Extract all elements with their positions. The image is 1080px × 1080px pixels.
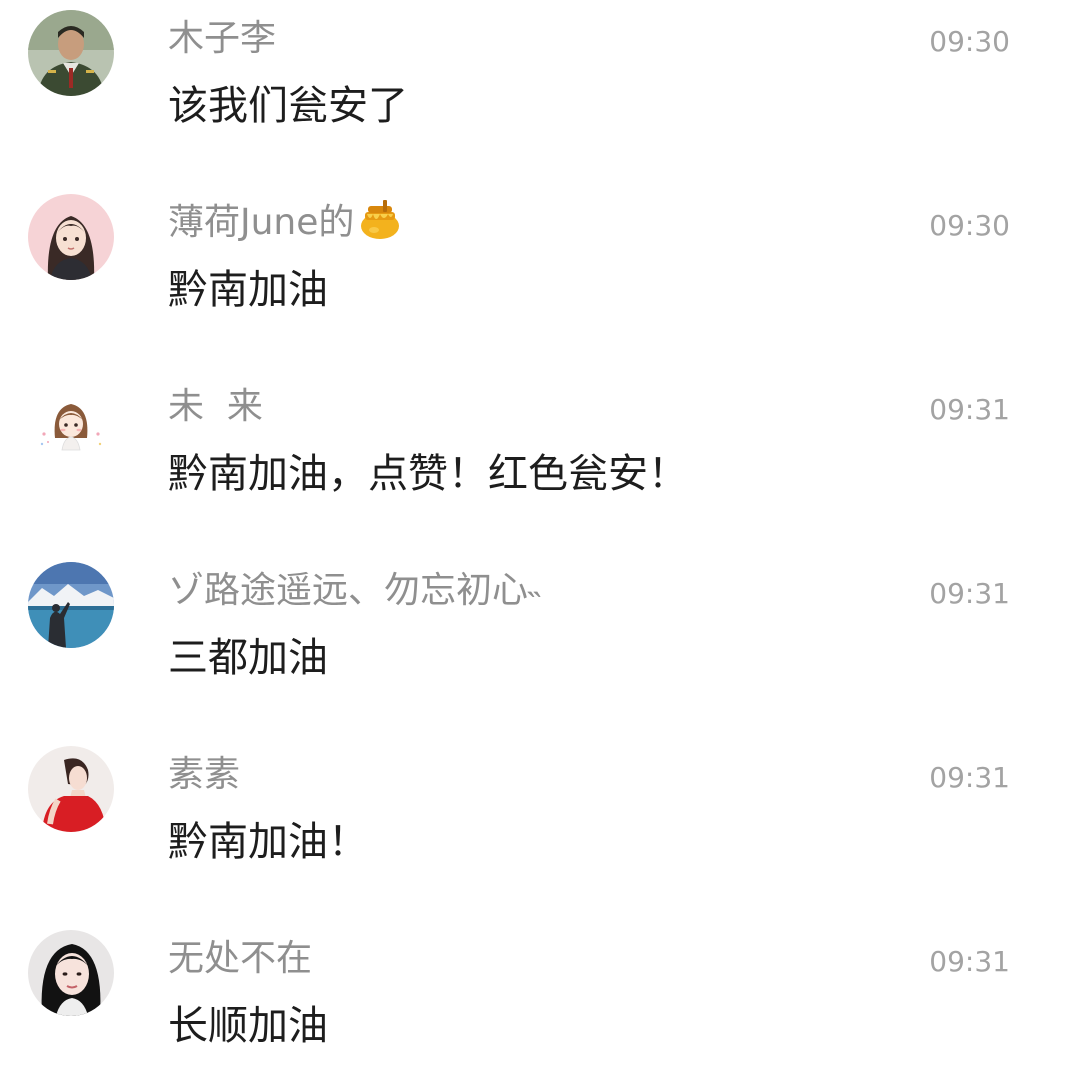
comment-text: 该我们瓮安了 bbox=[168, 83, 408, 129]
comment-text: 黔南加油，点赞！红色瓮安！ bbox=[168, 451, 688, 497]
avatar[interactable] bbox=[28, 930, 114, 1016]
honey-pot-icon bbox=[358, 198, 402, 254]
comment-username[interactable]: 木子李 bbox=[168, 14, 276, 64]
comment-item[interactable]: 无处不在 09:31 长顺加油 bbox=[0, 920, 1080, 1080]
comment-time: 09:31 bbox=[929, 945, 1010, 978]
woman-portrait-icon bbox=[28, 930, 114, 1016]
comment-item[interactable]: 素素 09:31 黔南加油！ bbox=[0, 736, 1080, 920]
lake-landscape-icon bbox=[28, 562, 114, 648]
comment-text: 三都加油 bbox=[168, 635, 328, 681]
comment-username[interactable]: ゾ路途遥远、勿忘初心˵ bbox=[168, 566, 540, 616]
comment-username[interactable]: 未 来 bbox=[168, 382, 263, 432]
woman-red-dress-icon bbox=[28, 746, 114, 832]
comment-time: 09:31 bbox=[929, 577, 1010, 610]
avatar[interactable] bbox=[28, 562, 114, 648]
comment-time: 09:31 bbox=[929, 761, 1010, 794]
comment-list: 木子李 09:30 该我们瓮安了 薄荷June的 09:30 黔南加油 未 来 … bbox=[0, 0, 1080, 1080]
comment-username[interactable]: 无处不在 bbox=[168, 934, 312, 984]
chibi-girl-icon bbox=[28, 378, 114, 464]
comment-item[interactable]: 薄荷June的 09:30 黔南加油 bbox=[0, 184, 1080, 368]
comment-text: 长顺加油 bbox=[168, 1003, 328, 1049]
comment-item[interactable]: 木子李 09:30 该我们瓮安了 bbox=[0, 0, 1080, 184]
avatar[interactable] bbox=[28, 10, 114, 96]
comment-item[interactable]: ゾ路途遥远、勿忘初心˵ 09:31 三都加油 bbox=[0, 552, 1080, 736]
comment-username[interactable]: 薄荷June的 bbox=[168, 198, 402, 254]
comment-time: 09:30 bbox=[929, 209, 1010, 242]
cartoon-girl-icon bbox=[28, 194, 114, 280]
comment-text: 黔南加油！ bbox=[168, 819, 368, 865]
comment-text: 黔南加油 bbox=[168, 267, 328, 313]
avatar[interactable] bbox=[28, 746, 114, 832]
comment-time: 09:31 bbox=[929, 393, 1010, 426]
avatar[interactable] bbox=[28, 194, 114, 280]
comment-item[interactable]: 未 来 09:31 黔南加油，点赞！红色瓮安！ bbox=[0, 368, 1080, 552]
comment-time: 09:30 bbox=[929, 25, 1010, 58]
avatar[interactable] bbox=[28, 378, 114, 464]
comment-username-text: 薄荷June的 bbox=[168, 202, 355, 243]
comment-username[interactable]: 素素 bbox=[168, 750, 240, 800]
soldier-portrait-icon bbox=[28, 10, 114, 96]
